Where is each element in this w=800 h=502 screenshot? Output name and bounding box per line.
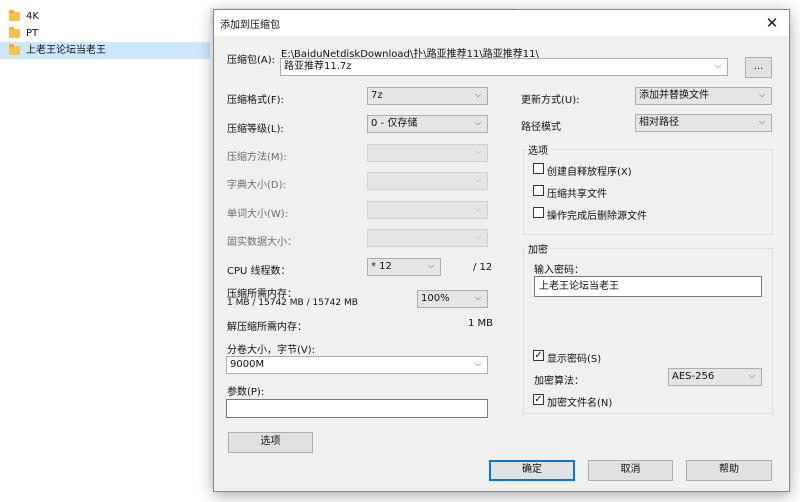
sfx-label: 创建自释放程序(X) — [547, 167, 632, 178]
params-input[interactable] — [226, 399, 488, 418]
shared-files-label: 压缩共享文件 — [547, 189, 607, 200]
path-mode-label: 路径模式 — [521, 122, 561, 133]
chevron-down-icon: ⌵ — [475, 204, 482, 213]
browse-button[interactable]: ... — [745, 57, 772, 78]
archive-name-value: 路亚推荐11.7z — [284, 61, 352, 72]
split-size-combo[interactable]: 9000M ⌵ — [226, 356, 488, 374]
cpu-max: / 12 — [473, 262, 493, 273]
solid-label: 固实数据大小： — [227, 237, 297, 248]
chevron-down-icon: ⌵ — [749, 371, 756, 380]
chevron-down-icon: ⌵ — [475, 118, 482, 127]
folder-icon — [9, 27, 20, 38]
password-input[interactable]: 上老王论坛当老王 — [534, 276, 762, 297]
show-password-checkbox[interactable]: ✓ — [533, 350, 544, 361]
method-select: ⌵ — [367, 144, 488, 162]
update-label: 更新方式(U): — [521, 95, 580, 106]
folder-name: 4K — [26, 11, 39, 22]
cpu-threads-select[interactable]: * 12 ⌵ — [367, 258, 441, 276]
cpu-value: * 12 — [371, 261, 392, 272]
format-select[interactable]: 7z ⌵ — [367, 87, 488, 105]
chevron-down-icon: ⌵ — [759, 117, 766, 126]
format-label: 压缩格式(F): — [227, 95, 284, 106]
cpu-label: CPU 线程数： — [227, 266, 291, 277]
level-label: 压缩等级(L): — [227, 124, 284, 135]
folder-row-4k[interactable]: 4K — [0, 8, 210, 25]
password-label: 输入密码： — [534, 265, 584, 276]
solid-select: ⌵ — [367, 229, 488, 247]
options-button[interactable]: 选项 — [228, 432, 313, 453]
show-password-label: 显示密码(S) — [547, 354, 602, 365]
decomp-label: 解压缩所需内存： — [227, 322, 307, 333]
params-label: 参数(P): — [227, 387, 265, 398]
archive-label: 压缩包(A): — [227, 55, 276, 66]
decomp-value: 1 MB — [468, 318, 494, 329]
enc-method-select[interactable]: AES-256 ⌵ — [668, 368, 762, 386]
chevron-down-icon: ⌵ — [475, 147, 482, 156]
folder-icon — [9, 10, 20, 21]
chevron-down-icon: ⌵ — [475, 293, 482, 302]
enc-method-label: 加密算法： — [534, 376, 584, 387]
encrypt-names-label: 加密文件名(N) — [547, 398, 613, 409]
ok-button[interactable]: 确定 — [489, 460, 575, 481]
mem-detail: 1 MB / 15742 MB / 15742 MB — [227, 298, 358, 308]
chevron-down-icon: ⌵ — [428, 261, 435, 270]
folder-icon — [9, 44, 20, 55]
dict-select: ⌵ — [367, 172, 488, 190]
method-label: 压缩方法(M): — [227, 152, 287, 163]
delete-after-checkbox[interactable] — [533, 207, 544, 218]
sfx-checkbox[interactable] — [533, 163, 544, 174]
chevron-down-icon: ⌵ — [475, 175, 482, 184]
folder-row-selected[interactable]: 上老王论坛当老王 — [0, 42, 210, 59]
split-value: 9000M — [230, 359, 265, 370]
update-value: 添加并替换文件 — [639, 90, 709, 101]
dialog-titlebar: 添加到压缩包 ✕ — [214, 10, 789, 36]
dict-label: 字典大小(D): — [227, 180, 286, 191]
level-value: 0 - 仅存储 — [371, 118, 418, 129]
archive-name-combo[interactable]: 路亚推荐11.7z ⌵ — [280, 58, 728, 76]
path-mode-select[interactable]: 相对路径 ⌵ — [635, 114, 772, 132]
help-button[interactable]: 帮助 — [686, 460, 772, 481]
folder-row-pt[interactable]: PT — [0, 25, 210, 42]
mem-percent-value: 100% — [421, 293, 450, 304]
cancel-button[interactable]: 取消 — [588, 460, 673, 481]
update-mode-select[interactable]: 添加并替换文件 ⌵ — [635, 87, 772, 105]
chevron-down-icon: ⌵ — [475, 90, 482, 99]
enc-method-value: AES-256 — [672, 371, 715, 382]
chevron-down-icon: ⌵ — [475, 359, 482, 368]
chevron-down-icon: ⌵ — [475, 232, 482, 241]
mem-percent-select[interactable]: 100% ⌵ — [417, 290, 488, 308]
level-select[interactable]: 0 - 仅存储 ⌵ — [367, 115, 488, 133]
dialog-title: 添加到压缩包 — [220, 20, 280, 31]
chevron-down-icon: ⌵ — [715, 61, 722, 70]
close-icon[interactable]: ✕ — [763, 14, 781, 32]
word-select: ⌵ — [367, 201, 488, 219]
shared-files-checkbox[interactable] — [533, 185, 544, 196]
options-group-title: 选项 — [525, 142, 551, 157]
folder-name: PT — [26, 28, 39, 39]
split-label: 分卷大小，字节(V): — [227, 345, 316, 356]
format-value: 7z — [371, 90, 383, 101]
folder-name: 上老王论坛当老王 — [26, 45, 106, 56]
encryption-group-title: 加密 — [525, 241, 551, 256]
delete-after-label: 操作完成后删除源文件 — [547, 211, 647, 222]
encrypt-names-checkbox[interactable]: ✓ — [533, 394, 544, 405]
path-mode-value: 相对路径 — [639, 117, 679, 128]
chevron-down-icon: ⌵ — [759, 90, 766, 99]
word-label: 单词大小(W): — [227, 209, 289, 220]
add-to-archive-dialog: 添加到压缩包 ✕ 压缩包(A): E:\BaiduNetdiskDownload… — [213, 9, 790, 492]
